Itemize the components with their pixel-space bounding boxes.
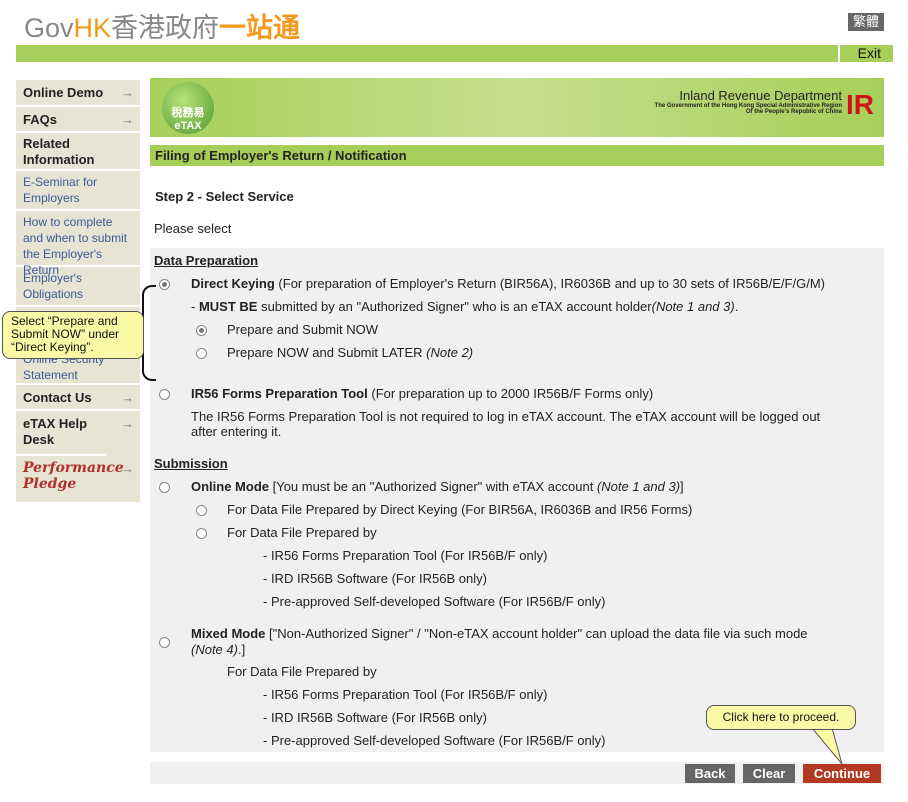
online-item: - Pre-approved Self-developed Software (…	[263, 594, 606, 609]
sidebar-heading-related: Related Information	[16, 133, 140, 171]
online-direct-keying-radio[interactable]	[196, 505, 207, 516]
brace-marker	[142, 285, 156, 381]
online-mode-label: Online Mode [You must be an "Authorized …	[191, 479, 684, 494]
must-be-note: - MUST BE submitted by an "Authorized Si…	[191, 299, 739, 314]
sidebar-item-contact[interactable]: Contact Us →	[16, 385, 140, 411]
ir-logo: IR	[846, 89, 874, 120]
sidebar-item-label: E-Seminar for Employers	[23, 175, 98, 205]
prepare-submit-now-label: Prepare and Submit NOW	[227, 322, 379, 337]
logo-zh-accent: 一站通	[219, 13, 301, 43]
arrow-right-icon: →	[121, 416, 134, 431]
sidebar-item-label: Contact Us	[23, 390, 92, 405]
ir56-tool-label: IR56 Forms Preparation Tool (For prepara…	[191, 386, 654, 401]
sidebar-item-label: Online Demo	[23, 85, 104, 100]
back-button[interactable]: Back	[685, 764, 735, 783]
top-bar	[16, 45, 893, 62]
sidebar-item-label: Performance Pledge	[23, 460, 124, 492]
logo-zh: 香港政府	[111, 13, 220, 43]
callout-select-prepare: Select “Prepare and Submit NOW” under “D…	[2, 311, 144, 359]
ir56-tool-radio[interactable]	[159, 389, 170, 400]
clear-button[interactable]: Clear	[743, 764, 795, 783]
section-data-preparation: Data Preparation	[154, 253, 259, 268]
language-button[interactable]: 繁體	[848, 13, 884, 31]
dept-line2: Of the People's Republic of China	[745, 109, 842, 115]
online-direct-keying-label: For Data File Prepared by Direct Keying …	[227, 502, 693, 517]
direct-keying-label: Direct Keying (For preparation of Employ…	[191, 276, 825, 291]
section-submission: Submission	[154, 456, 228, 471]
sidebar: Online Demo → FAQs → Related Information E…	[16, 80, 140, 504]
sidebar-link-how-to-complete[interactable]: How to complete and when to submit the E…	[16, 211, 140, 277]
ir56-description: The IR56 Forms Preparation Tool is not r…	[191, 409, 821, 424]
arrow-right-icon: →	[121, 390, 134, 405]
etax-logo: 稅務易 eTAX	[162, 82, 214, 134]
arrow-right-icon: →	[121, 112, 134, 127]
online-mode-radio[interactable]	[159, 482, 170, 493]
ird-banner: 稅務易 eTAX Inland Revenue Department The G…	[150, 78, 884, 137]
mixed-item: - IRD IR56B Software (For IR56B only)	[263, 710, 487, 725]
service-form: Data Preparation Direct Keying (For prep…	[150, 248, 884, 752]
sidebar-link-obligations[interactable]: Employer's Obligations	[16, 267, 140, 307]
online-item: - IR56 Forms Preparation Tool (For IR56B…	[263, 548, 548, 563]
arrow-right-icon: →	[121, 85, 134, 100]
continue-button[interactable]: Continue	[803, 764, 881, 783]
mixed-item: - IR56 Forms Preparation Tool (For IR56B…	[263, 687, 548, 702]
sidebar-item-pledge[interactable]: Performance Pledge →	[16, 456, 140, 504]
prepare-submit-now-radio[interactable]	[196, 325, 207, 336]
prepare-submit-later-radio[interactable]	[196, 348, 207, 359]
ir56-description-2: after entering it.	[191, 424, 282, 439]
instruction-text: Please select	[154, 221, 232, 236]
mixed-mode-note: (Note 4).]	[191, 642, 246, 657]
page-title: Filing of Employer's Return / Notificati…	[150, 145, 884, 166]
direct-keying-radio[interactable]	[159, 279, 170, 290]
online-data-file-label: For Data File Prepared by	[227, 525, 377, 540]
online-item: - IRD IR56B Software (For IR56B only)	[263, 571, 487, 586]
online-data-file-radio[interactable]	[196, 528, 207, 539]
mixed-mode-label: Mixed Mode ["Non-Authorized Signer" / "N…	[191, 626, 808, 641]
callout-proceed: Click here to proceed.	[706, 705, 856, 730]
mixed-mode-radio[interactable]	[159, 637, 170, 648]
dept-name: Inland Revenue Department	[679, 88, 842, 103]
arrow-right-icon: →	[121, 461, 134, 476]
callout-pointer	[811, 728, 843, 765]
sidebar-item-faqs[interactable]: FAQs →	[16, 107, 140, 133]
exit-button[interactable]: Exit	[838, 45, 893, 62]
sidebar-link-eseminar[interactable]: E-Seminar for Employers	[16, 171, 140, 211]
mixed-data-file-label: For Data File Prepared by	[227, 664, 377, 679]
step-heading: Step 2 - Select Service	[155, 189, 294, 204]
logo-gov: Gov	[24, 13, 74, 43]
sidebar-item-label: Related Information	[23, 136, 95, 167]
sidebar-item-label: eTAX Help Desk	[23, 416, 88, 447]
logo-hk: HK	[73, 13, 112, 43]
mixed-item: - Pre-approved Self-developed Software (…	[263, 733, 606, 748]
govhk-logo: GovHK香港政府一站通	[24, 6, 300, 45]
prepare-submit-later-label: Prepare NOW and Submit LATER (Note 2)	[227, 345, 474, 360]
sidebar-item-label: Employer's Obligations	[23, 271, 84, 301]
sidebar-item-online-demo[interactable]: Online Demo →	[16, 80, 140, 107]
sidebar-item-helpdesk[interactable]: eTAX Help Desk →	[16, 411, 134, 456]
sidebar-item-label: FAQs	[23, 112, 57, 127]
ird-title: Inland Revenue Department The Government…	[655, 88, 842, 115]
